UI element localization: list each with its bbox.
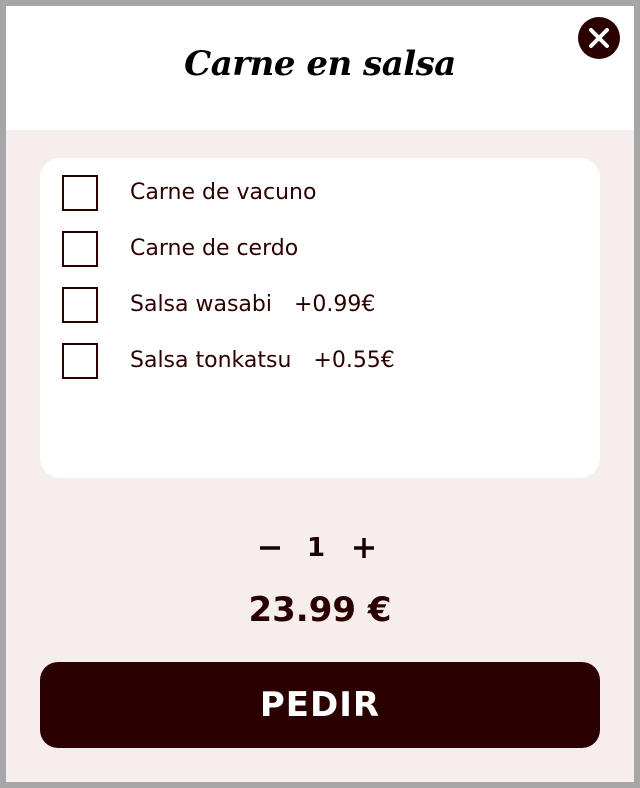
increment-button[interactable] <box>344 528 384 568</box>
quantity-value: 1 <box>306 533 326 563</box>
close-button[interactable] <box>578 17 620 59</box>
options-list: Carne de vacuno Carne de cerdo Salsa was… <box>40 158 600 478</box>
option-carne-de-vacuno[interactable]: Carne de vacuno <box>62 175 582 211</box>
close-icon <box>589 28 609 48</box>
option-price: +0.55€ <box>313 348 395 373</box>
minus-icon <box>260 546 280 550</box>
option-carne-de-cerdo[interactable]: Carne de cerdo <box>62 231 582 267</box>
option-salsa-wasabi[interactable]: Salsa wasabi +0.99€ <box>62 287 582 323</box>
option-label: Salsa tonkatsu <box>130 348 292 373</box>
option-label: Carne de cerdo <box>130 236 299 261</box>
checkbox[interactable] <box>62 231 98 267</box>
order-button[interactable]: PEDIR <box>40 662 600 748</box>
decrement-button[interactable] <box>250 528 290 568</box>
total-price: 23.99 € <box>248 590 392 630</box>
checkbox[interactable] <box>62 175 98 211</box>
option-price: +0.99€ <box>294 292 376 317</box>
checkbox[interactable] <box>62 287 98 323</box>
option-label: Carne de vacuno <box>130 180 317 205</box>
option-label: Salsa wasabi <box>130 292 272 317</box>
option-salsa-tonkatsu[interactable]: Salsa tonkatsu +0.55€ <box>62 343 582 379</box>
checkbox[interactable] <box>62 343 98 379</box>
product-dialog: Carne en salsa Carne de vacuno Carne de … <box>6 6 634 782</box>
plus-icon <box>354 538 374 558</box>
dialog-header: Carne en salsa <box>6 6 634 130</box>
quantity-stepper: 1 <box>6 528 634 568</box>
dialog-title: Carne en salsa <box>184 44 456 84</box>
